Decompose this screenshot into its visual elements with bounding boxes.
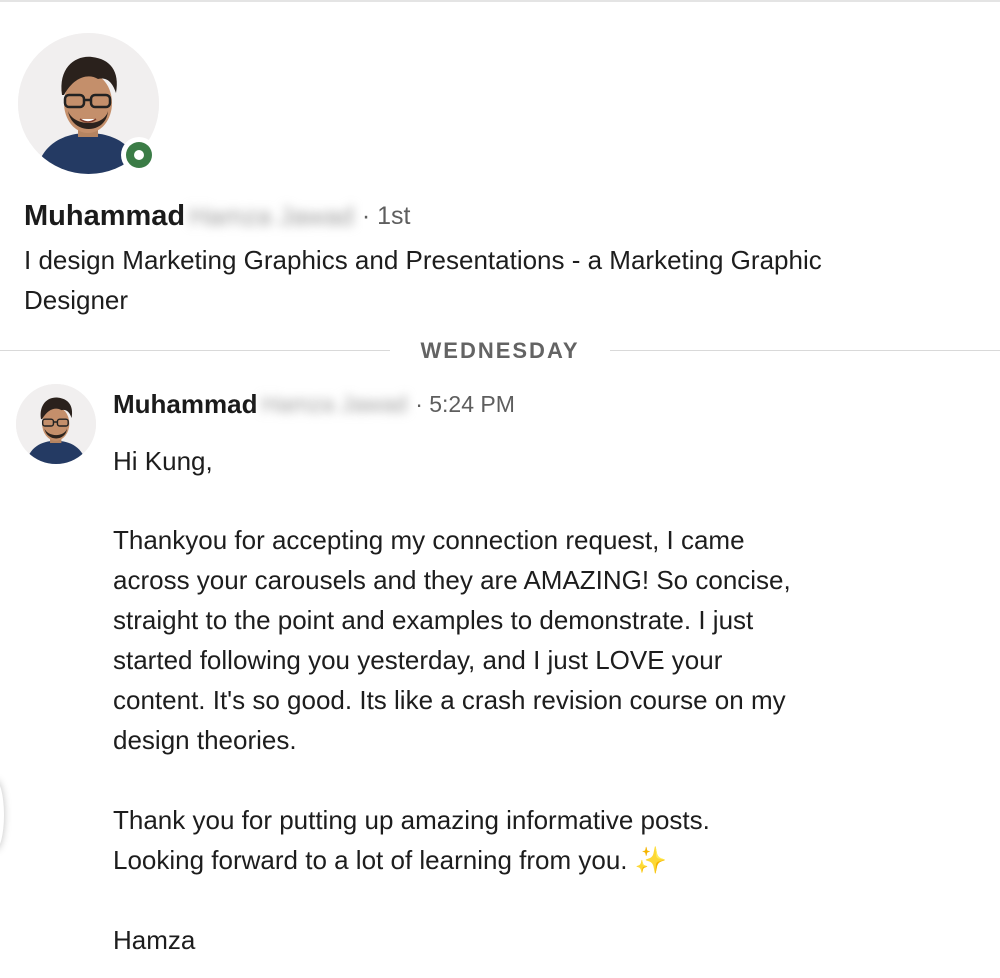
message-line: Thank you for putting up amazing informa… (113, 805, 710, 835)
message-line: Hi Kung, (113, 446, 213, 476)
message-line: design theories. (113, 725, 297, 755)
sparkles-icon: ✨ (634, 845, 668, 875)
profile-headline: I design Marketing Graphics and Presenta… (24, 240, 954, 320)
edge-scroll-handle[interactable] (0, 780, 4, 850)
message-line: straight to the point and examples to de… (113, 605, 754, 635)
message-sender-avatar[interactable] (16, 384, 96, 464)
headline-line: I design Marketing Graphics and Presenta… (24, 245, 822, 275)
message-signature: Hamza (113, 925, 196, 955)
message-line: Looking forward to a lot of learning fro… (113, 845, 628, 875)
message-timestamp: · 5:24 PM (415, 390, 515, 417)
connection-degree: · 1st (361, 201, 411, 230)
person-avatar-icon (16, 384, 96, 464)
profile-name[interactable]: Muhammad (24, 200, 185, 233)
message-line: started following you yesterday, and I j… (113, 645, 723, 675)
profile-name-row: Muhammad Hamza Jawad · 1st (24, 196, 411, 236)
profile-surname-blurred: Hamza Jawad (189, 200, 354, 231)
message-line: content. It's so good. Its like a crash … (113, 685, 786, 715)
date-divider-line (610, 350, 1000, 351)
message-sender-name[interactable]: Muhammad (113, 389, 257, 420)
message-line-with-emoji: Looking forward to a lot of learning fro… (113, 840, 667, 880)
message-header: Muhammad Hamza Jawad · 5:24 PM (113, 386, 515, 422)
headline-line: Designer (24, 285, 129, 315)
online-dot-icon (126, 142, 152, 168)
date-divider-line (0, 350, 390, 351)
message-sender-surname-blurred: Hamza Jawad (261, 390, 408, 417)
date-divider-label: WEDNESDAY (420, 338, 580, 363)
online-status-badge (121, 137, 157, 173)
message-line: Thankyou for accepting my connection req… (113, 525, 745, 555)
top-rule (0, 0, 1000, 2)
message-line: across your carousels and they are AMAZI… (113, 565, 791, 595)
